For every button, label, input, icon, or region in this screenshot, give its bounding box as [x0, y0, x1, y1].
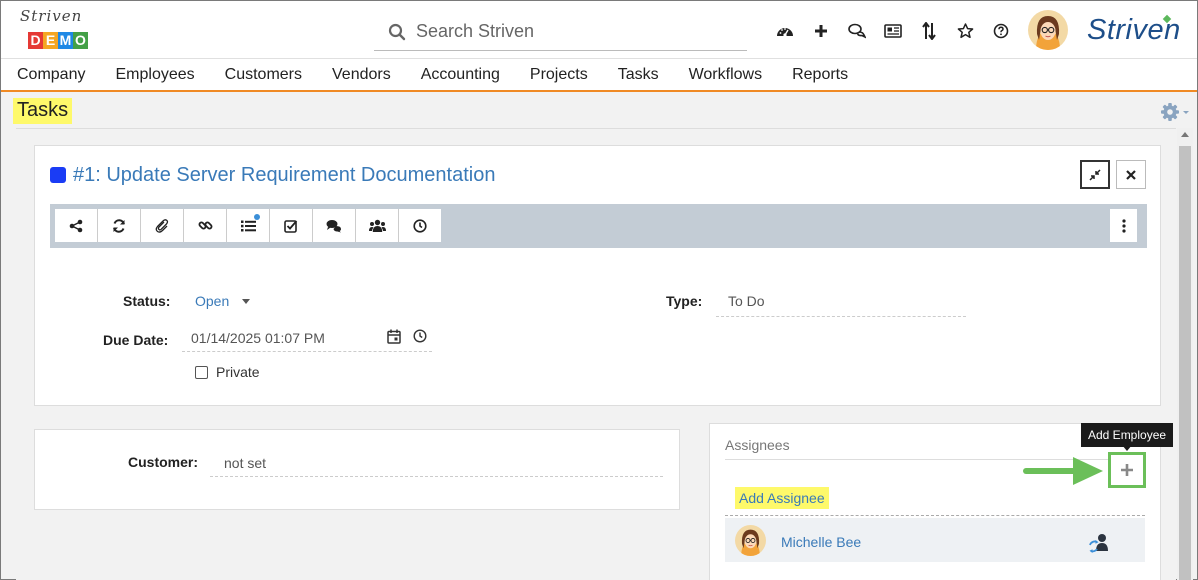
- vertical-dots-icon: [1121, 218, 1126, 233]
- user-avatar[interactable]: [1028, 10, 1068, 50]
- task-color-swatch: [50, 167, 66, 183]
- checklist-button[interactable]: [270, 209, 313, 242]
- type-value: To Do: [728, 293, 765, 309]
- nav-reports[interactable]: Reports: [792, 66, 848, 84]
- plus-icon: [1121, 464, 1133, 476]
- nav-customers[interactable]: Customers: [225, 66, 302, 84]
- attachment-button[interactable]: [141, 209, 184, 242]
- task-title[interactable]: #1: Update Server Requirement Documentat…: [73, 164, 495, 187]
- status-dropdown[interactable]: Open: [195, 293, 229, 309]
- comments-button[interactable]: [313, 209, 356, 242]
- list-button[interactable]: [227, 209, 270, 242]
- nav-projects[interactable]: Projects: [530, 66, 588, 84]
- search-input[interactable]: [416, 21, 716, 42]
- customer-field[interactable]: not set: [210, 449, 663, 477]
- list-icon: [240, 220, 256, 231]
- due-date-label: Due Date:: [103, 332, 169, 348]
- toolbar-button-group: [55, 209, 441, 242]
- sort-icon[interactable]: [911, 19, 947, 43]
- header-icon-bar: [767, 19, 1019, 43]
- logo-script-text: Striven: [20, 7, 83, 25]
- chevron-down-icon[interactable]: [242, 299, 250, 304]
- page-title: Tasks: [13, 98, 73, 124]
- due-date-input[interactable]: [191, 330, 371, 346]
- team-icon: [368, 219, 386, 232]
- nav-employees[interactable]: Employees: [115, 66, 194, 84]
- collapse-icon: [1089, 168, 1101, 181]
- plus-icon[interactable]: [803, 19, 839, 43]
- customer-card: Customer: not set: [34, 429, 680, 510]
- logo-letter: M: [58, 32, 73, 49]
- help-icon[interactable]: [983, 19, 1019, 43]
- customer-label: Customer:: [128, 454, 199, 470]
- logo-demo-badge: D E M O: [28, 32, 88, 49]
- private-checkbox-row: Private: [195, 364, 260, 380]
- assignees-heading: Assignees: [725, 437, 790, 453]
- news-icon[interactable]: [875, 19, 911, 43]
- time-picker-icon[interactable]: [413, 329, 427, 348]
- nav-tasks[interactable]: Tasks: [618, 66, 659, 84]
- paperclip-icon: [155, 218, 169, 233]
- logo-letter: O: [73, 32, 88, 49]
- dashboard-icon[interactable]: [767, 19, 803, 43]
- refresh-icon: [113, 218, 125, 233]
- add-assignee-link[interactable]: Add Assignee: [735, 487, 829, 509]
- share-button[interactable]: [55, 209, 98, 242]
- type-field[interactable]: To Do: [716, 291, 966, 317]
- task-toolbar: [50, 204, 1147, 248]
- clock-icon: [413, 218, 427, 233]
- checklist-icon: [284, 219, 298, 233]
- link-icon: [198, 221, 212, 230]
- assignee-avatar: [735, 525, 766, 556]
- share-icon: [69, 219, 83, 232]
- assignee-row: Michelle Bee: [725, 518, 1145, 562]
- vertical-scrollbar[interactable]: [1177, 128, 1193, 580]
- scrollbar-thumb[interactable]: [1179, 146, 1191, 580]
- close-button[interactable]: [1116, 160, 1146, 189]
- main-nav: Company Employees Customers Vendors Acco…: [1, 58, 1197, 92]
- calendar-icon[interactable]: [387, 329, 401, 349]
- top-header: Striven D E M O Search Striven Striven: [1, 1, 1197, 58]
- nav-company[interactable]: Company: [17, 66, 85, 84]
- private-checkbox[interactable]: [195, 365, 208, 379]
- more-options-button[interactable]: [1110, 209, 1137, 242]
- customer-value: not set: [224, 455, 267, 471]
- star-icon[interactable]: [947, 19, 983, 43]
- nav-accounting[interactable]: Accounting: [421, 66, 500, 84]
- refresh-button[interactable]: [98, 209, 141, 242]
- divider: [725, 515, 1145, 516]
- type-label: Type:: [666, 293, 703, 309]
- settings-gear-icon[interactable]: [1160, 102, 1190, 127]
- close-icon: [1126, 169, 1136, 180]
- tooltip-arrow: [1122, 445, 1132, 451]
- task-card: #1: Update Server Requirement Documentat…: [34, 145, 1161, 406]
- collapse-button[interactable]: [1080, 160, 1110, 189]
- comments-icon: [326, 219, 341, 232]
- assignee-name[interactable]: Michelle Bee: [781, 534, 861, 550]
- logo-letter: D: [28, 32, 43, 49]
- logo-letter: E: [43, 32, 58, 49]
- team-button[interactable]: [356, 209, 399, 242]
- link-button[interactable]: [184, 209, 227, 242]
- reassign-user-icon[interactable]: [1088, 533, 1112, 558]
- chat-icon[interactable]: [839, 19, 875, 43]
- status-label: Status:: [123, 293, 171, 309]
- callout-arrow-icon: [1023, 457, 1103, 485]
- add-employee-button[interactable]: [1108, 452, 1146, 488]
- add-employee-tooltip: Add Employee: [1081, 423, 1174, 447]
- demo-logo[interactable]: Striven D E M O: [18, 7, 98, 51]
- notification-dot: [254, 214, 260, 220]
- time-button[interactable]: [399, 209, 441, 242]
- nav-workflows[interactable]: Workflows: [689, 66, 763, 84]
- search-icon: [388, 23, 406, 40]
- search-bar: [374, 13, 747, 51]
- nav-vendors[interactable]: Vendors: [332, 66, 391, 84]
- private-label: Private: [216, 364, 260, 380]
- scroll-up-arrow-icon[interactable]: [1181, 132, 1189, 137]
